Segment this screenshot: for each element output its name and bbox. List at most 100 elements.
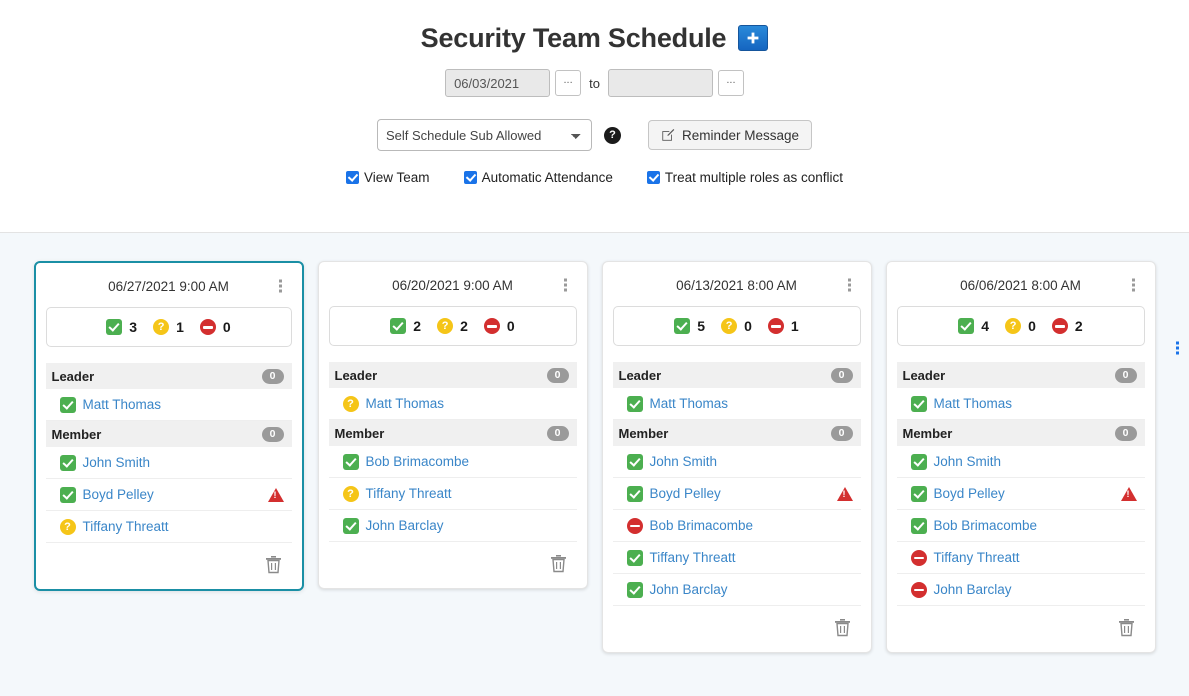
conflict-warning-slot	[266, 487, 286, 502]
schedule-card[interactable]: 06/13/2021 8:00 AM 5? 0 1 Leader 0 Matt Thomas…	[601, 261, 1179, 653]
checkbox-checked-icon[interactable]	[646, 171, 660, 184]
person-name-link[interactable]: Bob Brimacombe	[934, 518, 1112, 533]
card-date-label: 06/20/2021 9:00 AM	[392, 277, 513, 293]
role-header: Member 0	[612, 420, 861, 446]
card-header: 06/06/2021 8:00 AM	[897, 272, 1145, 298]
person-name-link[interactable]: Tiffany Threatt	[366, 486, 544, 501]
person-row[interactable]: John Smith	[896, 341, 1179, 478]
kebab-menu-icon[interactable]	[275, 278, 286, 295]
trash-icon[interactable]	[548, 552, 569, 578]
person-name-link[interactable]: Matt Thomas	[366, 396, 544, 411]
person-row[interactable]: Matt Thomas	[45, 341, 1179, 421]
person-row[interactable]: ? Tiffany Threatt	[45, 341, 1179, 543]
person-name-link[interactable]: Boyd Pelley	[83, 487, 259, 502]
person-row[interactable]: ? Matt Thomas	[328, 341, 1179, 420]
trash-icon[interactable]	[832, 616, 853, 642]
person-name-link[interactable]: Bob Brimacombe	[650, 518, 828, 533]
person-name-link[interactable]: John Smith	[83, 455, 259, 470]
plus-icon	[747, 32, 759, 44]
person-name-link[interactable]: Boyd Pelley	[934, 486, 1112, 501]
checkbox-automatic-attendance[interactable]: Automatic Attendance	[463, 170, 613, 185]
person-row[interactable]: Boyd Pelley	[612, 341, 1179, 510]
tally-yes: 4	[958, 318, 989, 334]
date-from-input[interactable]	[445, 69, 551, 97]
yellow-question-icon: ?	[437, 318, 454, 334]
date-to-picker-button[interactable]: ...	[717, 70, 744, 96]
yellow-question-icon: ?	[342, 485, 359, 502]
person-name-link[interactable]: Boyd Pelley	[650, 486, 828, 501]
green-check-icon	[910, 453, 927, 470]
checkbox-treat-multiple-roles-as-conflict[interactable]: Treat multiple roles as conflict	[646, 170, 843, 185]
person-row[interactable]: Boyd Pelley	[896, 341, 1179, 510]
person-row[interactable]: Bob Brimacombe	[328, 341, 1179, 478]
person-name-link[interactable]: Matt Thomas	[83, 397, 259, 412]
schedule-card[interactable]: 06/27/2021 9:00 AM 3? 1 0 Leader 0 Matt Thomas…	[33, 261, 1179, 591]
kebab-menu-icon[interactable]	[1172, 340, 1183, 357]
person-row[interactable]: John Smith	[612, 341, 1179, 478]
person-name-link[interactable]: Tiffany Threatt	[650, 550, 828, 565]
checkbox-checked-icon[interactable]	[346, 171, 360, 184]
tally-no: 0	[483, 318, 515, 334]
role-name-label: Member	[51, 426, 102, 442]
attendance-tally: 5? 0 1	[612, 306, 861, 346]
person-name-link[interactable]: Tiffany Threatt	[934, 550, 1112, 565]
person-row[interactable]: Matt Thomas	[612, 341, 1179, 420]
checkbox-view-team[interactable]: View Team	[346, 170, 430, 185]
card-header: 06/27/2021 9:00 AM	[46, 273, 292, 299]
yellow-question-icon: ?	[721, 318, 738, 334]
red-warning-triangle-icon	[836, 486, 853, 501]
person-row[interactable]: Matt Thomas	[896, 341, 1179, 420]
person-name-link[interactable]: John Barclay	[934, 582, 1112, 597]
tally-no: 1	[767, 318, 799, 334]
red-minus-circle-icon	[767, 318, 784, 334]
person-name-link[interactable]: Matt Thomas	[650, 396, 828, 411]
conflict-warning-slot	[1119, 486, 1139, 501]
person-row[interactable]: Bob Brimacombe	[612, 341, 1179, 542]
person-row[interactable]: Boyd Pelley	[45, 341, 1179, 511]
tally-yes: 2	[390, 318, 421, 334]
person-name-link[interactable]: John Barclay	[650, 582, 828, 597]
person-name-link[interactable]: John Smith	[934, 454, 1112, 469]
person-name-link[interactable]: Bob Brimacombe	[366, 454, 544, 469]
add-schedule-button[interactable]	[738, 25, 769, 51]
person-row[interactable]: Tiffany Threatt	[612, 341, 1179, 574]
person-row[interactable]: ? Tiffany Threatt	[328, 341, 1179, 510]
reminder-message-button[interactable]: Reminder Message	[647, 120, 813, 150]
green-check-icon	[958, 318, 975, 334]
sub-policy-select[interactable]: Self Schedule Sub Allowed	[376, 119, 592, 151]
role-header: Member 0	[896, 420, 1145, 446]
red-minus-circle-icon	[483, 318, 500, 334]
person-name-link[interactable]: John Barclay	[366, 518, 544, 533]
person-row[interactable]: John Barclay	[328, 341, 1179, 542]
schedule-card[interactable]: 06/20/2021 9:00 AM 2? 2 0 Leader 0? Matt Thoma…	[317, 261, 1179, 589]
person-row[interactable]: John Smith	[45, 341, 1179, 479]
person-name-link[interactable]: Matt Thomas	[934, 396, 1112, 411]
person-name-link[interactable]: Tiffany Threatt	[83, 519, 259, 534]
green-check-icon	[674, 318, 691, 334]
person-row[interactable]: John Barclay	[896, 341, 1179, 606]
schedule-card[interactable]: 06/06/2021 8:00 AM 4? 0 2 Leader 0 Matt Thomas…	[885, 261, 1179, 653]
attendance-tally: 3? 1 0	[45, 307, 292, 347]
trash-icon[interactable]	[263, 553, 284, 579]
help-circle-icon[interactable]: ?	[603, 126, 621, 144]
green-check-icon	[626, 453, 643, 470]
kebab-menu-icon[interactable]	[1128, 277, 1139, 294]
person-row[interactable]: Bob Brimacombe	[896, 341, 1179, 542]
card-date-label: 06/06/2021 8:00 AM	[960, 277, 1081, 293]
checkbox-view-team-label: View Team	[364, 170, 430, 185]
tally-yes-count: 5	[697, 318, 706, 334]
role-header: Member 0	[328, 420, 577, 446]
date-from-picker-button[interactable]: ...	[555, 70, 582, 96]
kebab-menu-icon[interactable]	[560, 277, 571, 294]
kebab-menu-icon[interactable]	[844, 277, 855, 294]
person-name-link[interactable]: John Smith	[650, 454, 828, 469]
person-row[interactable]: Tiffany Threatt	[896, 341, 1179, 574]
date-to-input[interactable]	[607, 69, 713, 97]
schedule-cards-area: 06/27/2021 9:00 AM 3? 1 0 Leader 0 Matt Thomas…	[0, 233, 1189, 696]
card-date-label: 06/13/2021 8:00 AM	[676, 277, 797, 293]
options-row: Self Schedule Sub Allowed ? Reminder Mes…	[0, 119, 1189, 151]
checkbox-checked-icon[interactable]	[463, 171, 477, 184]
trash-icon[interactable]	[1116, 616, 1137, 642]
person-row[interactable]: John Barclay	[612, 341, 1179, 606]
role-name-label: Member	[902, 425, 953, 441]
